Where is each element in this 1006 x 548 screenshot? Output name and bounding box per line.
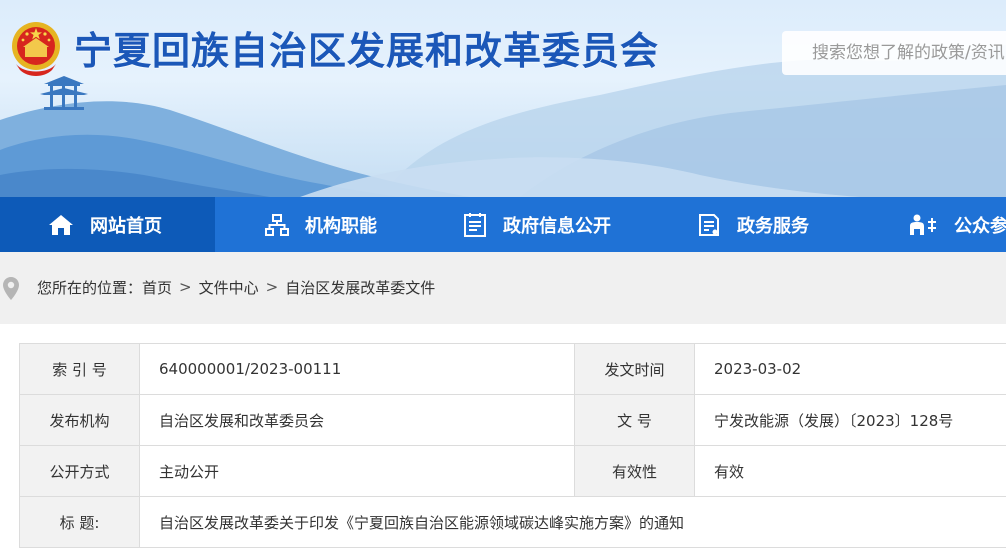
nav-item-label: 政府信息公开 [503, 212, 611, 238]
document-number-label: 文 号 [575, 395, 695, 446]
header-banner: 宁夏回族自治区发展和改革委员会 [0, 0, 1006, 197]
document-list-icon [463, 212, 487, 238]
public-participation-icon [908, 213, 938, 237]
nav-item-info-disclosure[interactable]: 政府信息公开 [463, 197, 611, 252]
site-title: 宁夏回族自治区发展和改革委员会 [74, 20, 659, 75]
validity-value: 有效 [695, 446, 1006, 497]
validity-label: 有效性 [575, 446, 695, 497]
location-pin-icon [2, 276, 20, 302]
document-title-value: 自治区发展改革委关于印发《宁夏回族自治区能源领域碳达峰实施方案》的通知 [140, 497, 1006, 548]
breadcrumb-prefix: 您所在的位置： [37, 277, 142, 298]
search-box[interactable] [782, 31, 1006, 75]
index-number-value: 640000001/2023-00111 [140, 344, 575, 395]
disclosure-method-value: 主动公开 [140, 446, 575, 497]
home-icon [48, 213, 74, 237]
nav-item-label: 网站首页 [90, 212, 162, 238]
issue-date-value: 2023-03-02 [695, 344, 1006, 395]
issue-date-label: 发文时间 [575, 344, 695, 395]
service-icon [697, 213, 721, 237]
disclosure-method-label: 公开方式 [20, 446, 140, 497]
nav-item-organization[interactable]: 机构职能 [265, 197, 377, 252]
breadcrumb-file-center-link[interactable]: 文件中心 [199, 277, 259, 298]
nav-item-label: 机构职能 [305, 212, 377, 238]
breadcrumb-current-link[interactable]: 自治区发展改革委文件 [285, 277, 435, 298]
breadcrumb-separator: > [179, 278, 192, 296]
main-nav: 网站首页 机构职能 政府信息公开 政务服务 [0, 197, 1006, 252]
table-row: 公开方式 主动公开 有效性 有效 [20, 446, 1006, 497]
table-row: 标 题: 自治区发展改革委关于印发《宁夏回族自治区能源领域碳达峰实施方案》的通知 [20, 497, 1006, 548]
publisher-value: 自治区发展和改革委员会 [140, 395, 575, 446]
table-row: 索 引 号 640000001/2023-00111 发文时间 2023-03-… [20, 344, 1006, 395]
nav-item-home[interactable]: 网站首页 [0, 197, 215, 252]
document-title-label: 标 题: [20, 497, 140, 548]
national-emblem-icon [10, 20, 62, 78]
document-info-table: 索 引 号 640000001/2023-00111 发文时间 2023-03-… [19, 343, 1006, 548]
breadcrumb-home-link[interactable]: 首页 [142, 277, 172, 298]
nav-item-label: 公众参与 [954, 212, 1006, 238]
breadcrumb: 您所在的位置： 首页 > 文件中心 > 自治区发展改革委文件 [37, 276, 435, 298]
table-row: 发布机构 自治区发展和改革委员会 文 号 宁发改能源（发展）〔2023〕128号 [20, 395, 1006, 446]
nav-item-label: 政务服务 [737, 212, 809, 238]
publisher-label: 发布机构 [20, 395, 140, 446]
nav-item-public-participation[interactable]: 公众参与 [908, 197, 1006, 252]
org-chart-icon [265, 213, 289, 237]
document-number-value: 宁发改能源（发展）〔2023〕128号 [695, 395, 1006, 446]
index-number-label: 索 引 号 [20, 344, 140, 395]
breadcrumb-separator: > [266, 278, 279, 296]
search-input[interactable] [782, 31, 1006, 75]
nav-item-services[interactable]: 政务服务 [697, 197, 809, 252]
